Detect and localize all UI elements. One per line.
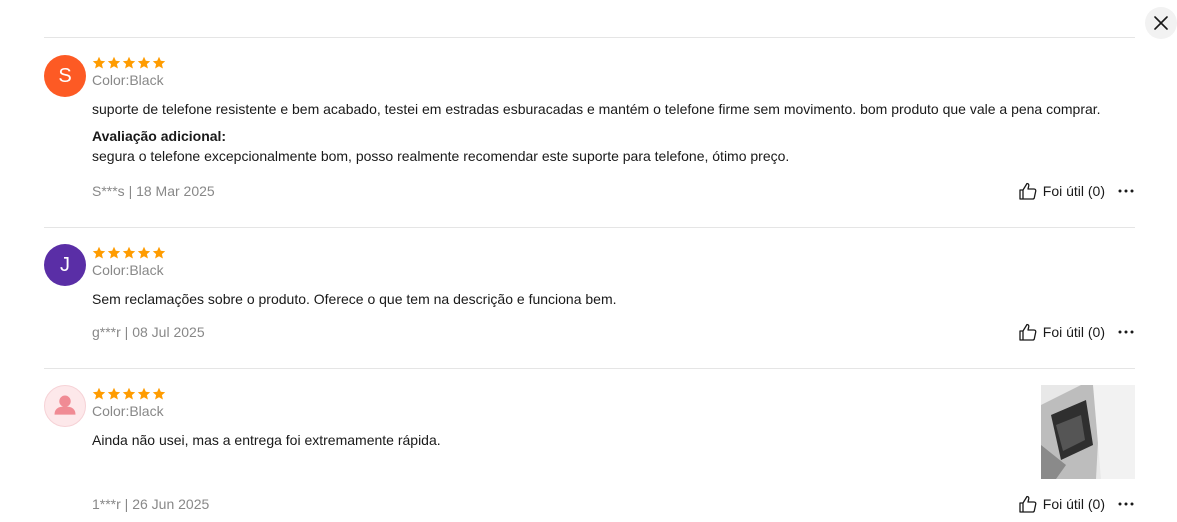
star-icon <box>107 56 121 68</box>
avatar-letter: J <box>60 253 70 276</box>
more-options-button[interactable] <box>1117 322 1135 342</box>
helpful-label: Foi útil (0) <box>1042 183 1105 199</box>
avatar: J <box>44 244 86 286</box>
more-icon <box>1118 189 1134 193</box>
avatar <box>44 385 86 427</box>
review-item: J Color:Black Sem reclamações sobre o pr… <box>44 227 1135 368</box>
helpful-button[interactable]: Foi útil (0) <box>1018 322 1105 342</box>
star-rating <box>92 386 1135 401</box>
star-rating <box>92 55 1135 70</box>
star-icon <box>152 246 166 258</box>
star-icon <box>122 387 136 399</box>
sku-info: Color:Black <box>92 72 164 88</box>
star-icon <box>107 246 121 258</box>
close-icon <box>1154 16 1168 30</box>
more-options-button[interactable] <box>1117 181 1135 201</box>
helpful-button[interactable]: Foi útil (0) <box>1018 181 1105 201</box>
helpful-label: Foi útil (0) <box>1042 324 1105 340</box>
star-icon <box>92 387 106 399</box>
review-text: Ainda não usei, mas a entrega foi extrem… <box>92 432 441 448</box>
review-item: S Color:Black suporte de telefone resist… <box>44 37 1135 227</box>
helpful-button[interactable]: Foi útil (0) <box>1018 494 1105 514</box>
star-icon <box>92 56 106 68</box>
review-photo-image <box>1041 385 1135 479</box>
avatar: S <box>44 55 86 97</box>
helpful-label: Foi útil (0) <box>1042 496 1105 512</box>
more-options-button[interactable] <box>1117 494 1135 514</box>
review-meta: 1***r | 26 Jun 2025 <box>92 496 210 512</box>
review-meta: S***s | 18 Mar 2025 <box>92 183 215 199</box>
more-icon <box>1118 502 1134 506</box>
review-meta: g***r | 08 Jul 2025 <box>92 324 205 340</box>
more-icon <box>1118 330 1134 334</box>
additional-review-text: segura o telefone excepcionalmente bom, … <box>92 148 790 164</box>
sku-info: Color:Black <box>92 262 164 278</box>
star-rating <box>92 245 1135 260</box>
star-icon <box>92 246 106 258</box>
review-text: Sem reclamações sobre o produto. Oferece… <box>92 291 617 307</box>
sku-info: Color:Black <box>92 403 164 419</box>
star-icon <box>122 56 136 68</box>
avatar-letter: S <box>58 64 72 87</box>
star-icon <box>137 387 151 399</box>
review-text: suporte de telefone resistente e bem aca… <box>92 101 1101 117</box>
close-button[interactable] <box>1145 7 1177 39</box>
star-icon <box>107 387 121 399</box>
star-icon <box>137 56 151 68</box>
thumbs-up-icon <box>1019 323 1037 341</box>
review-photo[interactable] <box>1041 385 1135 479</box>
review-item: Color:Black Ainda não usei, mas a entreg… <box>44 368 1135 522</box>
star-icon <box>152 387 166 399</box>
thumbs-up-icon <box>1019 495 1037 513</box>
thumbs-up-icon <box>1019 182 1037 200</box>
review-list: S Color:Black suporte de telefone resist… <box>44 37 1135 522</box>
default-user-avatar-icon <box>54 395 76 415</box>
star-icon <box>122 246 136 258</box>
star-icon <box>152 56 166 68</box>
star-icon <box>137 246 151 258</box>
additional-review-label: Avaliação adicional: <box>92 128 227 144</box>
